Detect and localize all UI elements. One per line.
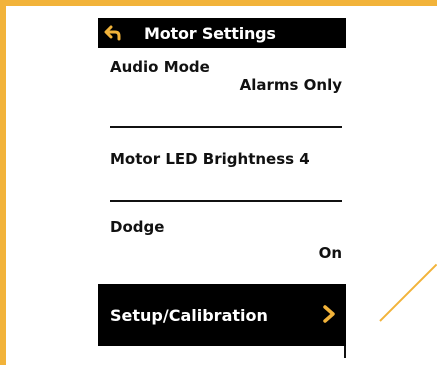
divider [110, 126, 342, 128]
dodge-label: Dodge [110, 218, 165, 236]
scroll-indicator [344, 346, 346, 358]
chevron-right-icon [323, 305, 335, 323]
menu-item-motor-led-brightness[interactable]: Motor LED Brightness 4 [110, 150, 342, 168]
divider [110, 200, 342, 202]
menu-item-dodge[interactable]: Dodge On [110, 218, 342, 262]
motor-led-brightness-label: Motor LED Brightness 4 [110, 150, 310, 168]
menu-item-audio-mode[interactable]: Audio Mode Alarms Only [110, 58, 342, 94]
dodge-value: On [318, 244, 342, 262]
audio-mode-label: Audio Mode [110, 58, 210, 76]
audio-mode-value: Alarms Only [239, 76, 342, 94]
back-arrow-icon[interactable] [104, 25, 122, 41]
setup-calibration-label: Setup/Calibration [110, 305, 268, 325]
menu-item-setup-calibration[interactable]: Setup/Calibration [98, 284, 346, 346]
motor-settings-screen: Motor Settings Audio Mode Alarms Only Mo… [98, 18, 346, 358]
screen-header: Motor Settings [98, 18, 346, 48]
page-title: Motor Settings [144, 23, 276, 43]
